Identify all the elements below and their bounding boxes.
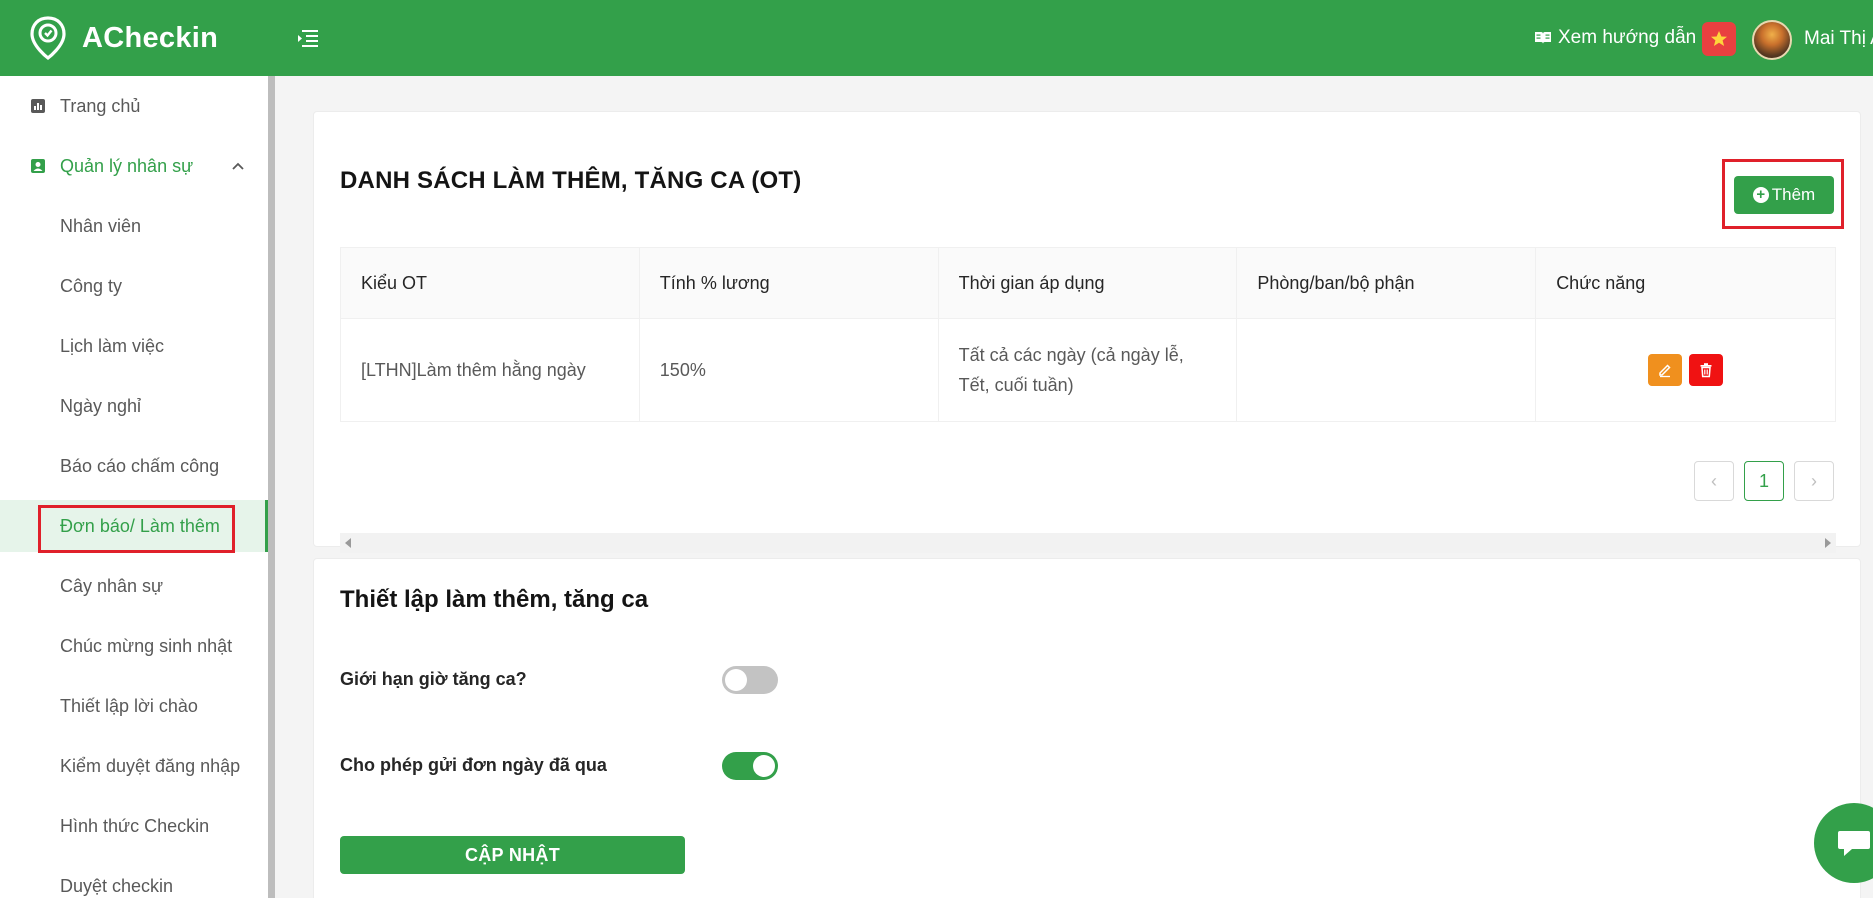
cell-actions: [1536, 319, 1835, 421]
edit-button[interactable]: [1648, 354, 1683, 386]
sidebar-item-label: Quản lý nhân sự: [60, 155, 194, 176]
app-name: ACheckin: [82, 21, 219, 54]
pagination-page[interactable]: 1: [1744, 461, 1784, 501]
scroll-left-icon[interactable]: [345, 538, 351, 548]
sidebar-item-login-review[interactable]: Kiểm duyệt đăng nhập: [0, 740, 268, 792]
sidebar-item-holidays[interactable]: Ngày nghỉ: [0, 380, 268, 432]
column-header: Kiểu OT: [341, 248, 640, 318]
top-header: ACheckin Xem hướng dẫn Mai Thị A: [0, 0, 1873, 76]
sidebar-item-label: Hình thức Checkin: [60, 815, 210, 836]
pagination-next[interactable]: ›: [1794, 461, 1834, 501]
sidebar-item-employees[interactable]: Nhân viên: [0, 200, 268, 252]
settings-title: Thiết lập làm thêm, tăng ca: [340, 586, 649, 613]
sidebar-item-label: Công ty: [60, 275, 123, 296]
sidebar-item-checkin-method[interactable]: Hình thức Checkin: [0, 800, 268, 852]
location-pin-icon: [30, 16, 66, 60]
allow-past-toggle[interactable]: [722, 752, 778, 780]
sidebar-item-greeting[interactable]: Thiết lập lời chào: [0, 680, 268, 732]
chart-icon: [31, 99, 45, 113]
user-name[interactable]: Mai Thị A: [1804, 28, 1873, 50]
sidebar-scrollbar[interactable]: [268, 76, 275, 898]
ot-settings-card: Thiết lập làm thêm, tăng ca Giới hạn giờ…: [313, 558, 1861, 898]
sidebar-item-home[interactable]: Trang chủ: [0, 80, 268, 132]
avatar[interactable]: [1752, 20, 1792, 60]
pencil-icon: [1659, 364, 1671, 378]
sidebar-item-label: Cây nhân sự: [60, 575, 164, 596]
sidebar-item-label: Trang chủ: [60, 95, 141, 116]
cell-salary-percent: 150%: [640, 319, 939, 421]
sidebar-item-label: Thiết lập lời chào: [60, 695, 198, 716]
page-title: DANH SÁCH LÀM THÊM, TĂNG CA (OT): [340, 167, 802, 194]
plus-icon: +: [1752, 187, 1769, 203]
update-button[interactable]: CẬP NHẬT: [340, 836, 685, 874]
trash-icon: [1700, 363, 1712, 378]
cell-ot-type: [LTHN]Làm thêm hằng ngày: [341, 319, 640, 421]
guide-link[interactable]: Xem hướng dẫn: [1534, 27, 1696, 49]
limit-hours-label: Giới hạn giờ tăng ca?: [340, 669, 527, 689]
ot-table: Kiểu OT Tính % lương Thời gian áp dụng P…: [340, 247, 1836, 422]
guide-label: Xem hướng dẫn: [1558, 27, 1697, 48]
column-header: Thời gian áp dụng: [939, 248, 1238, 318]
sidebar: Trang chủ Quản lý nhân sự Nhân viên Công…: [0, 76, 274, 898]
delete-button[interactable]: [1689, 354, 1724, 386]
limit-hours-toggle[interactable]: [722, 666, 778, 694]
menu-toggle-icon[interactable]: [296, 28, 320, 48]
add-button[interactable]: + Thêm: [1734, 176, 1834, 214]
id-card-icon: [31, 159, 45, 173]
sidebar-item-label: Chúc mừng sinh nhật: [60, 635, 233, 656]
sidebar-item-label: Kiểm duyệt đăng nhập: [60, 755, 241, 776]
sidebar-item-schedule[interactable]: Lịch làm việc: [0, 320, 268, 372]
table-row: [LTHN]Làm thêm hằng ngày 150% Tất cả các…: [341, 319, 1835, 421]
app-logo[interactable]: ACheckin: [30, 16, 218, 60]
sidebar-item-birthday[interactable]: Chúc mừng sinh nhật: [0, 620, 268, 672]
cell-department: [1237, 319, 1537, 421]
toggle-knob: [725, 669, 747, 691]
sidebar-item-requests-overtime[interactable]: Đơn báo/ Làm thêm: [0, 500, 268, 552]
sidebar-item-org-tree[interactable]: Cây nhân sự: [0, 560, 268, 612]
book-icon: [1535, 32, 1551, 44]
column-header: Chức năng: [1556, 273, 1646, 293]
table-header: Kiểu OT Tính % lương Thời gian áp dụng P…: [341, 248, 1835, 319]
chevron-up-icon: [232, 162, 244, 170]
scroll-right-icon[interactable]: [1825, 538, 1831, 548]
allow-past-label: Cho phép gửi đơn ngày đã qua: [340, 755, 607, 775]
sidebar-item-label: Đơn báo/ Làm thêm: [60, 515, 220, 536]
sidebar-item-label: Nhân viên: [60, 215, 142, 236]
sidebar-item-label: Ngày nghỉ: [60, 395, 142, 416]
sidebar-item-checkin-approval[interactable]: Duyệt checkin: [0, 860, 268, 898]
toggle-knob: [753, 755, 775, 777]
ot-list-card: DANH SÁCH LÀM THÊM, TĂNG CA (OT) + Thêm …: [313, 111, 1861, 553]
column-header: Tính % lương: [640, 248, 939, 318]
column-header: Phòng/ban/bộ phận: [1237, 248, 1537, 318]
add-button-label: Thêm: [1771, 185, 1816, 204]
vietnam-flag-icon[interactable]: [1702, 22, 1736, 56]
sidebar-item-company[interactable]: Công ty: [0, 260, 268, 312]
sidebar-item-hr[interactable]: Quản lý nhân sự: [0, 140, 268, 192]
sidebar-item-attendance-report[interactable]: Báo cáo chấm công: [0, 440, 268, 492]
chat-icon: [1838, 831, 1870, 856]
cell-apply-time: Tất cả các ngày (cả ngày lễ, Tết, cuối t…: [939, 319, 1238, 421]
sidebar-item-label: Duyệt checkin: [60, 875, 174, 896]
pagination-prev[interactable]: ‹: [1694, 461, 1734, 501]
horizontal-scrollbar[interactable]: [340, 533, 1836, 553]
sidebar-item-label: Lịch làm việc: [60, 335, 165, 356]
sidebar-item-label: Báo cáo chấm công: [60, 455, 220, 476]
